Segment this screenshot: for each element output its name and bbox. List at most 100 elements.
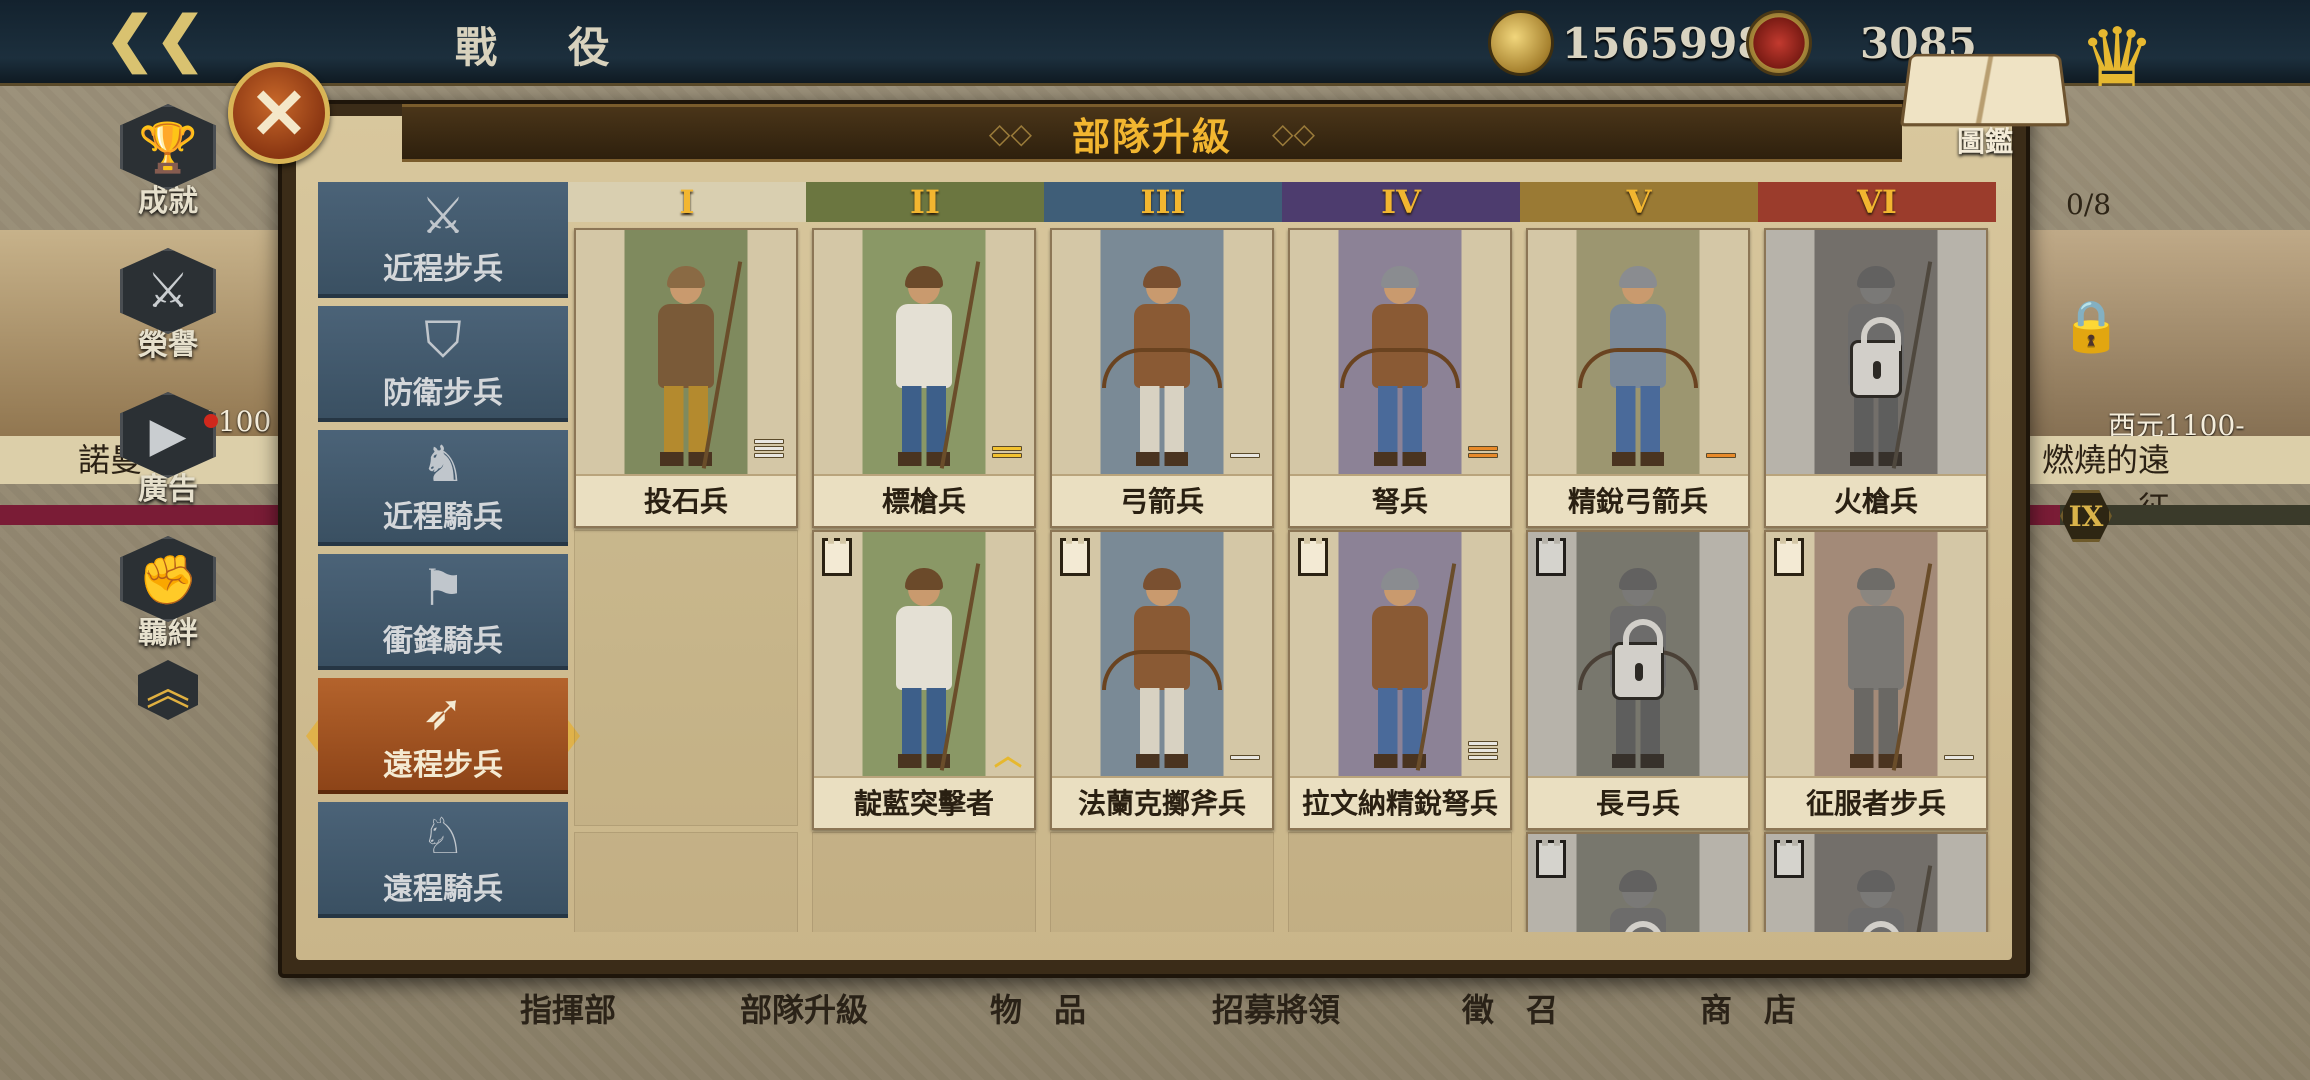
soldier-figure (1102, 568, 1222, 772)
soldier-figure (878, 563, 981, 772)
category-label: 遠程騎兵 (383, 872, 503, 907)
unit-card[interactable]: 精銳弓箭兵 (1526, 228, 1750, 528)
unit-card[interactable]: 拉文納精銳弩兵 (1288, 530, 1512, 830)
soldier-figure (1578, 266, 1698, 470)
rank-bars-icon (754, 436, 784, 458)
codex-button[interactable]: 圖鑑 (1900, 50, 2070, 160)
crossed-swords-icon: ⚔ (420, 187, 466, 245)
unit-grid: 投石兵 標槍兵 弓箭兵 弩兵 精銳弓箭兵 火槍兵 ︿ 靛藍突擊者 法蘭克擲斧兵 拉文納精銳弩兵 長弓… (568, 222, 1994, 932)
rank-bars-icon (1230, 436, 1260, 458)
back-arrow-icon[interactable]: ❮❮ (100, 4, 210, 74)
soldier-figure (1102, 266, 1222, 470)
unit-portrait (1290, 230, 1510, 474)
close-button[interactable]: ✕ (228, 62, 330, 164)
unit-portrait: ︿ (814, 532, 1034, 776)
tier-header-4: IV (1282, 182, 1520, 222)
unit-card[interactable]: 標槍兵 (812, 228, 1036, 528)
category-label: 近程騎兵 (383, 500, 503, 535)
unit-card[interactable]: 法蘭克擲斧兵 (1050, 530, 1274, 830)
achievements-button[interactable]: 🏆 成就 (118, 104, 218, 220)
unit-name: 投石兵 (576, 474, 796, 526)
gold-coin-icon (1488, 10, 1554, 76)
unit-portrait (814, 230, 1034, 474)
tier-header-1: I (568, 182, 806, 222)
gold-amount: 1565998 (1562, 18, 1767, 68)
honor-button[interactable]: ⚔ 榮譽 (118, 248, 218, 364)
unit-card[interactable]: 弓箭兵 (1050, 228, 1274, 528)
unit-portrait (1290, 532, 1510, 776)
unit-card[interactable]: 火槍兵 (1764, 228, 1988, 528)
dialog-title: 部隊升級 (1071, 113, 1232, 159)
unit-card[interactable]: 投石兵 (574, 228, 798, 528)
tower-icon (1060, 538, 1090, 576)
category-label: 近程步兵 (383, 252, 503, 287)
unit-portrait (1528, 532, 1748, 776)
category-bow[interactable]: ➶ 遠程步兵 (306, 678, 580, 794)
unit-card[interactable]: 弩兵 (1288, 228, 1512, 528)
unit-card[interactable]: 長弓兵 (1526, 530, 1750, 830)
horse-archer-icon: ♘ (420, 807, 466, 865)
nav-troop-upgrade[interactable]: 部隊升級 (740, 985, 868, 1031)
handshake-icon: ✊ (120, 536, 216, 622)
unit-portrait (1766, 834, 1986, 932)
shield-icon: ⛉ (424, 311, 462, 369)
rank-bars-icon (992, 436, 1022, 458)
soldier-figure (640, 261, 743, 470)
unit-portrait (1528, 230, 1748, 474)
unit-portrait (1766, 230, 1986, 474)
upgrade-arrow-icon: ︿ (993, 739, 1022, 772)
empty-slot (574, 832, 798, 932)
ornament-icon: ◇◇ (1272, 116, 1316, 150)
unit-name: 征服者步兵 (1766, 776, 1986, 828)
soldier-figure (1830, 563, 1933, 772)
category-horse-archer[interactable]: ♘ 遠程騎兵 (318, 802, 568, 918)
right-campaign-label: 燃燒的遠征 (2030, 436, 2310, 527)
honor-badge-icon (1746, 10, 1812, 76)
close-icon: ✕ (249, 71, 309, 155)
tier-header-3: III (1044, 182, 1282, 222)
category-lance[interactable]: ⚑ 衝鋒騎兵 (318, 554, 568, 670)
nav-command[interactable]: 指揮部 (520, 985, 616, 1031)
tier-header-6: VI (1758, 182, 1996, 222)
rank-bars-icon (1468, 436, 1498, 458)
unit-card[interactable] (1526, 832, 1750, 932)
category-horse[interactable]: ♞ 近程騎兵 (318, 430, 568, 546)
soldier-figure (1354, 563, 1457, 772)
trophy-icon: 🏆 (120, 104, 216, 190)
ornament-icon: ◇◇ (988, 116, 1032, 150)
category-shield[interactable]: ⛉ 防衛步兵 (318, 306, 568, 422)
screen-title: 戰 役 (455, 23, 638, 72)
category-label: 防衛步兵 (383, 376, 503, 411)
unit-card[interactable] (1764, 832, 1988, 932)
nav-recruit-generals[interactable]: 招募將領 (1212, 985, 1340, 1031)
soldier-figure (878, 261, 981, 470)
unit-portrait (1528, 834, 1748, 932)
notification-dot (204, 414, 218, 428)
unit-portrait (1052, 532, 1272, 776)
rank-bars-icon (1706, 436, 1736, 458)
unit-name: 精銳弓箭兵 (1528, 474, 1748, 526)
category-crossed-swords[interactable]: ⚔ 近程步兵 (318, 182, 568, 298)
empty-slot (812, 832, 1036, 932)
unit-card[interactable]: ︿ 靛藍突擊者 (812, 530, 1036, 830)
bonds-button[interactable]: ✊ 羈絆 (118, 536, 218, 652)
ads-button[interactable]: ▶ 廣告 (118, 392, 218, 508)
empty-slot (574, 530, 798, 826)
tower-icon (822, 538, 852, 576)
soldier-figure (1340, 266, 1460, 470)
category-label: 遠程步兵 (383, 748, 503, 783)
tower-icon (1536, 840, 1566, 878)
tower-icon (1774, 538, 1804, 576)
nav-conscription[interactable]: 徵 召 (1462, 985, 1558, 1031)
unit-portrait (576, 230, 796, 474)
bow-icon: ➶ (422, 683, 464, 741)
bottom-nav: 指揮部 部隊升級 物 品 招募將領 徵 召 商 店 (0, 985, 2310, 1045)
tower-icon (1298, 538, 1328, 576)
lock-icon: 🔒 (2060, 297, 2123, 355)
nav-shop[interactable]: 商 店 (1700, 985, 1796, 1031)
nav-items[interactable]: 物 品 (990, 985, 1086, 1031)
unit-card[interactable]: 征服者步兵 (1764, 530, 1988, 830)
rank-bars-icon (1468, 738, 1498, 760)
book-icon (1900, 53, 2070, 127)
empty-slot (1050, 832, 1274, 932)
